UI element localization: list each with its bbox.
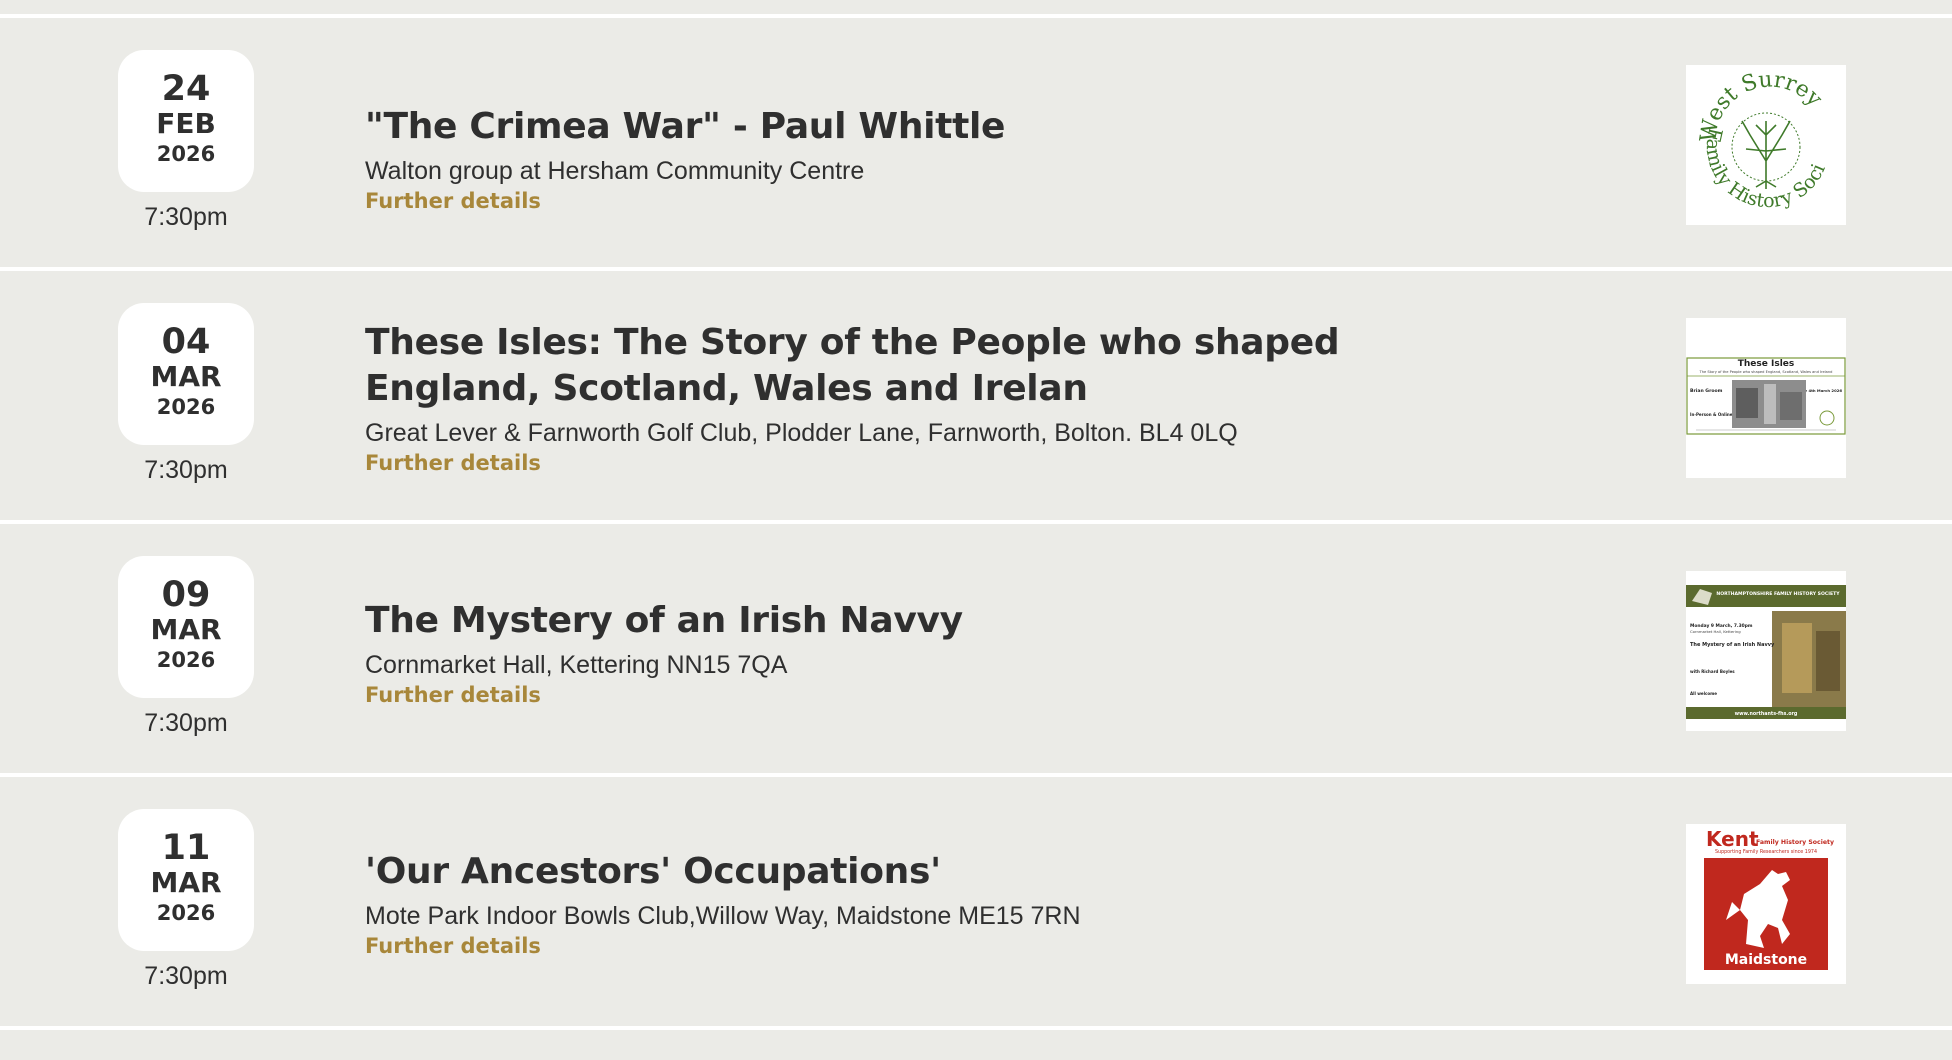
flyer-speaker: with Richard Boyles [1690,669,1735,674]
date-badge: 11 MAR 2026 [118,809,254,951]
event-thumbnail[interactable]: NORTHAMPTONSHIRE FAMILY HISTORY SOCIETY … [1686,571,1846,731]
date-day: 11 [161,828,211,868]
flyer-talk: The Mystery of an Irish Navvy [1690,642,1775,648]
event-row: 24 FEB 2026 7:30pm "The Crimea War" - Pa… [0,18,1952,271]
date-badge: 09 MAR 2026 [118,556,254,698]
logo-branch: Maidstone [1725,952,1807,968]
poster-speaker: Brian Groom [1690,388,1723,394]
further-details-link[interactable]: Further details [365,681,541,709]
date-badge: 24 FEB 2026 [118,50,254,192]
flyer-place: Cornmarket Hall, Kettering [1690,629,1741,634]
date-year: 2026 [156,648,216,672]
event-thumbnail[interactable]: Kent Family History Society Supporting F… [1686,824,1846,984]
date-year: 2026 [156,395,216,419]
further-details-link[interactable]: Further details [365,449,541,477]
event-venue: Cornmarket Hall, Kettering NN15 7QA [365,651,788,679]
date-year: 2026 [156,142,216,166]
logo-sub: Supporting Family Researchers since 1974 [1715,849,1817,855]
event-info: The Mystery of an Irish Navvy Cornmarket… [365,598,1425,709]
poster-icon: These Isles The Story of the People who … [1686,357,1846,435]
horse-icon: Kent Family History Society Supporting F… [1704,827,1834,970]
date-month: MAR [150,866,222,899]
date-year: 2026 [156,901,216,925]
date-month: MAR [150,613,222,646]
event-title[interactable]: The Mystery of an Irish Navvy [365,598,1425,644]
event-time: 7:30pm [144,203,228,231]
date-badge: 04 MAR 2026 [118,303,254,445]
event-time: 7:30pm [144,709,228,737]
event-thumbnail[interactable]: West Surrey Family History Society [1686,65,1846,225]
date-day: 24 [161,69,211,109]
event-row: 04 MAR 2026 7:30pm These Isles: The Stor… [0,271,1952,524]
tree-icon: West Surrey Family History Society [1686,65,1830,212]
logo-name: Kent [1706,827,1759,851]
event-row: 11 MAR 2026 7:30pm 'Our Ancestors' Occup… [0,777,1952,1030]
date-day: 04 [161,322,211,362]
event-title[interactable]: 'Our Ancestors' Occupations' [365,849,1425,895]
flyer-url: www.northants-fhs.org [1735,711,1798,717]
event-info: 'Our Ancestors' Occupations' Mote Park I… [365,849,1425,960]
date-month: MAR [150,360,222,393]
flyer-org: NORTHAMPTONSHIRE FAMILY HISTORY SOCIETY [1716,591,1840,597]
event-title[interactable]: "The Crimea War" - Paul Whittle [365,104,1425,150]
logo-tag: Family History Society [1756,839,1834,846]
event-info: These Isles: The Story of the People who… [365,320,1425,477]
event-venue: Walton group at Hersham Community Centre [365,157,865,185]
further-details-link[interactable]: Further details [365,932,541,960]
event-venue: Mote Park Indoor Bowls Club,Willow Way, … [365,902,1081,930]
flyer-icon: NORTHAMPTONSHIRE FAMILY HISTORY SOCIETY … [1686,585,1846,719]
event-time: 7:30pm [144,456,228,484]
poster-heading: These Isles [1738,359,1795,369]
flyer-all: All welcome [1690,691,1717,696]
event-info: "The Crimea War" - Paul Whittle Walton g… [365,104,1425,215]
date-day: 09 [161,575,211,615]
further-details-link[interactable]: Further details [365,187,541,215]
event-row: 09 MAR 2026 7:30pm The Mystery of an Iri… [0,524,1952,777]
date-month: FEB [156,107,216,140]
poster-subheading: The Story of the People who shaped Engla… [1699,370,1833,374]
event-title[interactable]: These Isles: The Story of the People who… [365,320,1425,412]
event-venue: Great Lever & Farnworth Golf Club, Plodd… [365,419,1238,447]
event-time: 7:30pm [144,962,228,990]
top-divider [0,0,1952,18]
event-thumbnail[interactable]: These Isles The Story of the People who … [1686,318,1846,478]
